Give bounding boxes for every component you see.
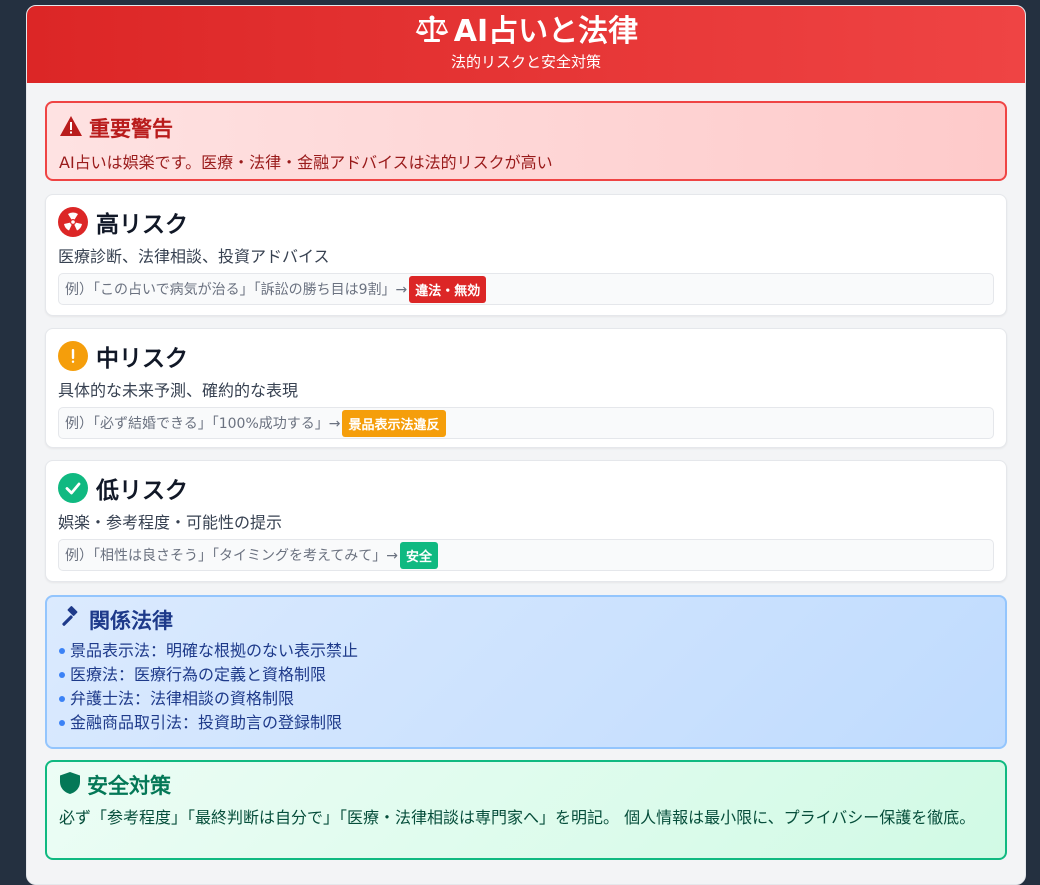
risk-card-high: 高リスク 医療診断、法律相談、投資アドバイス 例）「この占いで病気が治る」「訴訟… xyxy=(45,194,1007,316)
risk-heading-low: 低リスク xyxy=(58,471,994,505)
risk-badge: 違法・無効 xyxy=(409,275,487,303)
safety-title: 安全対策 xyxy=(87,774,171,798)
title-row: AI占いと法律 xyxy=(27,12,1025,52)
check-icon xyxy=(58,473,88,503)
laws-heading: 関係法律 xyxy=(59,605,993,635)
laws-title: 関係法律 xyxy=(89,609,173,633)
risk-desc: 娯楽・参考程度・可能性の提示 xyxy=(58,513,283,532)
main-card: AI占いと法律 法的リスクと安全対策 重要警告 AI占いは娯楽です。医療・法律・… xyxy=(26,5,1026,885)
risk-example-text: 例）「相性は良さそう」「タイミングを考えてみて」→ xyxy=(65,548,399,564)
warning-title: 重要警告 xyxy=(89,117,173,141)
risk-example: 例）「必ず結婚できる」「100%成功する」→ 景品表示法違反 xyxy=(58,407,994,439)
safety-heading: 安全対策 xyxy=(59,770,993,800)
risk-card-medium: 中リスク 具体的な未来予測、確約的な表現 例）「必ず結婚できる」「100%成功す… xyxy=(45,328,1007,448)
risk-badge: 安全 xyxy=(400,541,439,569)
radiation-icon xyxy=(58,207,88,237)
laws-box: 関係法律 景品表示法：明確な根拠のない表示禁止 医療法：医療行為の定義と資格制限… xyxy=(45,595,1007,749)
risk-card-low: 低リスク 娯楽・参考程度・可能性の提示 例）「相性は良さそう」「タイミングを考え… xyxy=(45,460,1007,582)
gavel-icon xyxy=(59,605,83,635)
page-title: AI占いと法律 xyxy=(453,14,639,49)
risk-heading-high: 高リスク xyxy=(58,205,994,239)
list-item: 金融商品取引法：投資助言の登録制限 xyxy=(59,711,993,735)
risk-example-text: 例）「必ず結婚できる」「100%成功する」→ xyxy=(65,416,341,432)
list-item: 弁護士法：法律相談の資格制限 xyxy=(59,687,993,711)
warning-heading: 重要警告 xyxy=(59,113,993,143)
risk-desc: 医療診断、法律相談、投資アドバイス xyxy=(58,247,330,266)
safety-box: 安全対策 必ず「参考程度」「最終判断は自分で」「医療・法律相談は専門家へ」を明記… xyxy=(45,760,1007,860)
scale-icon xyxy=(414,14,450,50)
risk-title: 低リスク xyxy=(96,478,188,504)
risk-example: 例）「この占いで病気が治る」「訴訟の勝ち目は9割」→ 違法・無効 xyxy=(58,273,994,305)
risk-example: 例）「相性は良さそう」「タイミングを考えてみて」→ 安全 xyxy=(58,539,994,571)
laws-list: 景品表示法：明確な根拠のない表示禁止 医療法：医療行為の定義と資格制限 弁護士法… xyxy=(59,639,993,735)
warning-box: 重要警告 AI占いは娯楽です。医療・法律・金融アドバイスは法的リスクが高い xyxy=(45,101,1007,181)
risk-desc: 具体的な未来予測、確約的な表現 xyxy=(58,381,299,400)
safety-text: 必ず「参考程度」「最終判断は自分で」「医療・法律相談は専門家へ」を明記。 個人情… xyxy=(59,808,976,827)
list-item: 医療法：医療行為の定義と資格制限 xyxy=(59,663,993,687)
risk-title: 高リスク xyxy=(96,212,188,238)
header: AI占いと法律 法的リスクと安全対策 xyxy=(27,6,1025,83)
risk-example-text: 例）「この占いで病気が治る」「訴訟の勝ち目は9割」→ xyxy=(65,282,408,298)
warning-icon xyxy=(59,115,83,142)
warning-text: AI占いは娯楽です。医療・法律・金融アドバイスは法的リスクが高い xyxy=(59,153,553,172)
risk-heading-medium: 中リスク xyxy=(58,339,994,373)
exclamation-icon xyxy=(58,341,88,371)
risk-title: 中リスク xyxy=(96,346,188,372)
shield-icon xyxy=(59,771,81,800)
page-subtitle: 法的リスクと安全対策 xyxy=(450,53,601,71)
list-item: 景品表示法：明確な根拠のない表示禁止 xyxy=(59,639,993,663)
risk-badge: 景品表示法違反 xyxy=(342,409,446,437)
